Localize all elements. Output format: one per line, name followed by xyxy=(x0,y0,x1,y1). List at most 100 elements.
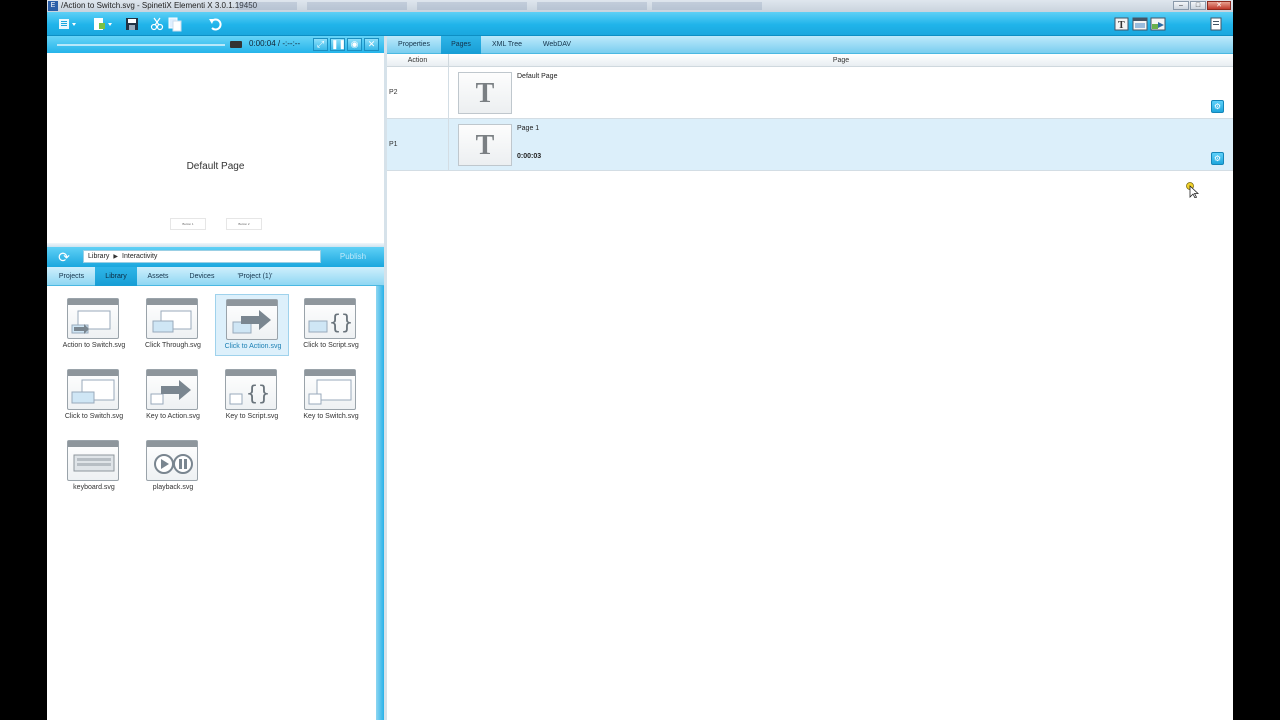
snapshot-icon[interactable]: ◉ xyxy=(347,38,362,51)
playback-progress-bar[interactable] xyxy=(57,44,225,46)
library-item-click-to-action[interactable]: Click to Action.svg xyxy=(215,294,289,356)
text-layer-icon[interactable]: T xyxy=(1113,16,1131,32)
left-black-margin xyxy=(0,0,47,720)
background-taskbar-ghost xyxy=(237,2,297,10)
tab-library[interactable]: Library xyxy=(95,267,137,286)
library-item-label: Click Through.svg xyxy=(145,342,201,349)
new-document-icon[interactable] xyxy=(91,16,115,32)
tab-webdav[interactable]: WebDAV xyxy=(537,36,577,54)
page-name: Page 1 xyxy=(517,125,540,132)
application-window: E /Action to Switch.svg - SpinetiX Eleme… xyxy=(0,0,1280,720)
inspector-tabs: Properties Pages XML Tree WebDAV xyxy=(387,36,1233,54)
close-button[interactable]: ✕ xyxy=(1207,1,1231,10)
app-icon: E xyxy=(48,1,58,11)
gear-icon[interactable]: ⚙ xyxy=(1211,152,1224,165)
library-item-label: Key to Script.svg xyxy=(225,413,279,420)
column-divider xyxy=(448,67,449,119)
library-item-label: Key to Action.svg xyxy=(146,413,200,420)
tab-assets[interactable]: Assets xyxy=(143,267,173,286)
page-id: P2 xyxy=(389,89,398,96)
click-to-script-icon: {} xyxy=(304,298,356,339)
page-icon[interactable] xyxy=(1207,16,1225,32)
playback-icon xyxy=(146,440,198,481)
keyboard-icon xyxy=(67,440,119,481)
left-panel: 0:00:04 / -:--:-- ⤢ ❚❚ ◉ ✕ Default Page … xyxy=(47,36,384,720)
background-taskbar-ghost xyxy=(537,2,647,10)
tab-properties[interactable]: Properties xyxy=(393,36,435,54)
library-item-label: Click to Switch.svg xyxy=(64,413,124,420)
refresh-icon[interactable]: ⟳ xyxy=(56,249,72,265)
svg-text:{}: {} xyxy=(329,310,353,334)
library-item-label: Action to Switch.svg xyxy=(62,342,126,349)
preview-button-1[interactable]: Button 1 xyxy=(170,218,206,230)
library-item-label: Key to Switch.svg xyxy=(303,413,359,420)
layout-icon[interactable] xyxy=(1131,16,1149,32)
background-taskbar-ghost xyxy=(652,2,762,10)
column-header-action[interactable]: Action xyxy=(387,54,449,67)
table-row[interactable]: P2 T Default Page ⚙ xyxy=(387,67,1233,119)
column-header-page[interactable]: Page xyxy=(449,54,1233,67)
tab-devices[interactable]: Devices xyxy=(185,267,219,286)
click-to-action-icon xyxy=(226,299,278,340)
gear-icon[interactable]: ⚙ xyxy=(1211,100,1224,113)
menu-icon[interactable] xyxy=(57,16,79,32)
library-grid: Action to Switch.svg Click Through.svg C… xyxy=(47,286,376,720)
library-tabs: Projects Library Assets Devices 'Project… xyxy=(47,267,384,286)
page-name: Default Page xyxy=(517,73,558,80)
svg-text:{}: {} xyxy=(246,381,270,405)
preview-page-title: Default Page xyxy=(186,161,245,172)
save-icon[interactable] xyxy=(123,16,141,32)
copy-icon[interactable] xyxy=(166,16,184,32)
click-to-switch-icon xyxy=(67,369,119,410)
right-panel: Properties Pages XML Tree WebDAV Action … xyxy=(387,36,1233,720)
pause-icon[interactable]: ❚❚ xyxy=(330,38,346,51)
preview-controls-bar: 0:00:04 / -:--:-- ⤢ ❚❚ ◉ ✕ xyxy=(47,36,384,53)
column-divider xyxy=(448,119,449,171)
tab-xml-tree[interactable]: XML Tree xyxy=(487,36,527,54)
mouse-cursor-icon xyxy=(1185,182,1200,203)
tab-projects[interactable]: Projects xyxy=(53,267,90,286)
undo-icon[interactable] xyxy=(207,16,225,32)
breadcrumb[interactable]: Library ▶ Interactivity xyxy=(83,250,321,263)
media-icon[interactable] xyxy=(1149,16,1167,32)
page-thumbnail[interactable]: T xyxy=(458,124,512,166)
library-item-click-to-script[interactable]: {} Click to Script.svg xyxy=(294,294,368,356)
action-to-switch-icon xyxy=(67,298,119,339)
library-item-label: Click to Action.svg xyxy=(224,343,282,350)
library-item-keyboard[interactable]: keyboard.svg xyxy=(57,436,131,498)
breadcrumb-item[interactable]: Interactivity xyxy=(122,253,157,260)
page-thumbnail[interactable]: T xyxy=(458,72,512,114)
preview-canvas[interactable]: Default Page Button 1 Button 2 xyxy=(47,53,384,246)
table-row[interactable]: P1 T Page 1 0:00:03 ⚙ xyxy=(387,119,1233,171)
library-toolbar: ⟳ Library ▶ Interactivity Publish xyxy=(47,247,384,267)
library-item-label: playback.svg xyxy=(152,484,194,491)
preview-button-2[interactable]: Button 2 xyxy=(226,218,262,230)
background-taskbar-ghost xyxy=(307,2,407,10)
publish-button[interactable]: Publish xyxy=(330,250,376,263)
tab-project-1[interactable]: 'Project (1)' xyxy=(230,267,280,286)
right-black-margin xyxy=(1233,0,1280,720)
library-scrollbar[interactable] xyxy=(376,286,384,720)
close-preview-icon[interactable]: ✕ xyxy=(364,38,379,51)
fullscreen-icon[interactable]: ⤢ xyxy=(313,38,328,51)
stop-button[interactable] xyxy=(230,41,242,48)
library-item-key-to-action[interactable]: Key to Action.svg xyxy=(136,365,210,427)
breadcrumb-item[interactable]: Library xyxy=(88,253,109,260)
library-item-action-to-switch[interactable]: Action to Switch.svg xyxy=(57,294,131,356)
cut-icon[interactable] xyxy=(148,16,166,32)
background-taskbar-ghost xyxy=(417,2,527,10)
library-item-click-to-switch[interactable]: Click to Switch.svg xyxy=(57,365,131,427)
main-toolbar: T xyxy=(47,12,1233,36)
library-item-key-to-script[interactable]: {} Key to Script.svg xyxy=(215,365,289,427)
library-item-playback[interactable]: playback.svg xyxy=(136,436,210,498)
maximize-button[interactable]: □ xyxy=(1190,1,1206,10)
title-bar: E /Action to Switch.svg - SpinetiX Eleme… xyxy=(47,0,1233,12)
library-item-key-to-switch[interactable]: Key to Switch.svg xyxy=(294,365,368,427)
minimize-button[interactable]: – xyxy=(1173,1,1189,10)
library-item-label: Click to Script.svg xyxy=(303,342,359,349)
library-item-click-through[interactable]: Click Through.svg xyxy=(136,294,210,356)
svg-text:T: T xyxy=(1118,20,1125,31)
window-title: /Action to Switch.svg - SpinetiX Element… xyxy=(61,1,258,10)
click-through-icon xyxy=(146,298,198,339)
tab-pages[interactable]: Pages xyxy=(441,36,481,54)
